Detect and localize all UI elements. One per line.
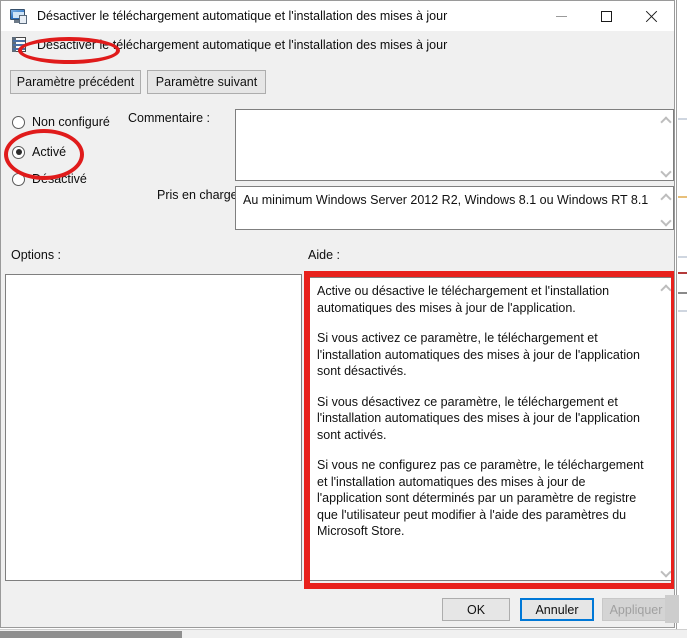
scroll-up-icon[interactable] [657, 189, 673, 205]
group-policy-setting-dialog: Désactiver le téléchargement automatique… [0, 0, 675, 628]
help-paragraph: Active ou désactive le téléchargement et… [317, 284, 610, 315]
cancel-button[interactable]: Annuler [520, 598, 594, 621]
title-bar[interactable]: Désactiver le téléchargement automatique… [1, 1, 674, 31]
comment-scrollbar[interactable] [657, 110, 673, 180]
maximize-icon [601, 10, 612, 22]
apply-button: Appliquer [602, 598, 670, 621]
options-label: Options : [11, 248, 62, 262]
help-text: Active ou désactive le téléchargement et… [310, 278, 657, 580]
scroll-down-icon[interactable] [657, 211, 673, 227]
supported-on-field: Au minimum Windows Server 2012 R2, Windo… [235, 186, 674, 230]
close-button[interactable] [629, 1, 674, 31]
policy-header: Désactiver le téléchargement automatique… [1, 31, 674, 58]
policy-header-title: Désactiver le téléchargement automatique… [37, 37, 448, 52]
window-controls [539, 1, 674, 31]
radio-disabled[interactable]: Désactivé [12, 170, 87, 188]
comment-value[interactable] [236, 110, 657, 180]
scroll-up-icon[interactable] [657, 280, 673, 296]
radio-disabled-mark [12, 172, 25, 186]
next-setting-button[interactable]: Paramètre suivant [147, 70, 266, 94]
radio-not-configured-mark [12, 115, 25, 129]
radio-not-configured[interactable]: Non configuré [12, 113, 110, 131]
help-paragraph: Si vous ne configurez pas ce paramètre, … [317, 458, 644, 538]
comment-label: Commentaire : [128, 111, 210, 125]
help-label: Aide : [308, 248, 340, 262]
radio-disabled-label: Désactivé [32, 172, 87, 186]
help-panel[interactable]: Active ou désactive le téléchargement et… [309, 277, 674, 581]
help-paragraph: Si vous activez ce paramètre, le télécha… [317, 331, 641, 378]
comment-field[interactable] [235, 109, 674, 181]
minimize-icon [556, 15, 567, 17]
radio-enabled[interactable]: Activé [12, 143, 66, 161]
host-horizontal-scrollbar[interactable] [0, 629, 687, 638]
scroll-down-icon[interactable] [657, 162, 673, 178]
supported-on-value: Au minimum Windows Server 2012 R2, Windo… [243, 193, 649, 207]
radio-enabled-mark [12, 145, 25, 159]
scroll-down-icon[interactable] [657, 562, 673, 578]
radio-not-configured-label: Non configuré [32, 115, 110, 129]
options-content [6, 275, 301, 580]
host-vertical-scrollbar-thumb[interactable] [665, 595, 679, 623]
host-horizontal-scrollbar-thumb[interactable] [0, 631, 182, 638]
maximize-button[interactable] [584, 1, 629, 31]
supported-on-scrollbar[interactable] [657, 187, 673, 229]
close-icon [645, 10, 658, 23]
computer-monitor-icon [10, 8, 27, 24]
window-title: Désactiver le téléchargement automatique… [37, 9, 448, 23]
previous-setting-button[interactable]: Paramètre précédent [10, 70, 141, 94]
scroll-up-icon[interactable] [657, 112, 673, 128]
help-scrollbar[interactable] [657, 278, 673, 580]
background-window-sliver [676, 0, 687, 638]
options-panel[interactable] [5, 274, 302, 581]
minimize-button[interactable] [539, 1, 584, 31]
radio-enabled-label: Activé [32, 145, 67, 159]
ok-button[interactable]: OK [442, 598, 510, 621]
help-paragraph: Si vous désactivez ce paramètre, le télé… [317, 394, 641, 442]
policy-setting-icon [12, 36, 28, 53]
